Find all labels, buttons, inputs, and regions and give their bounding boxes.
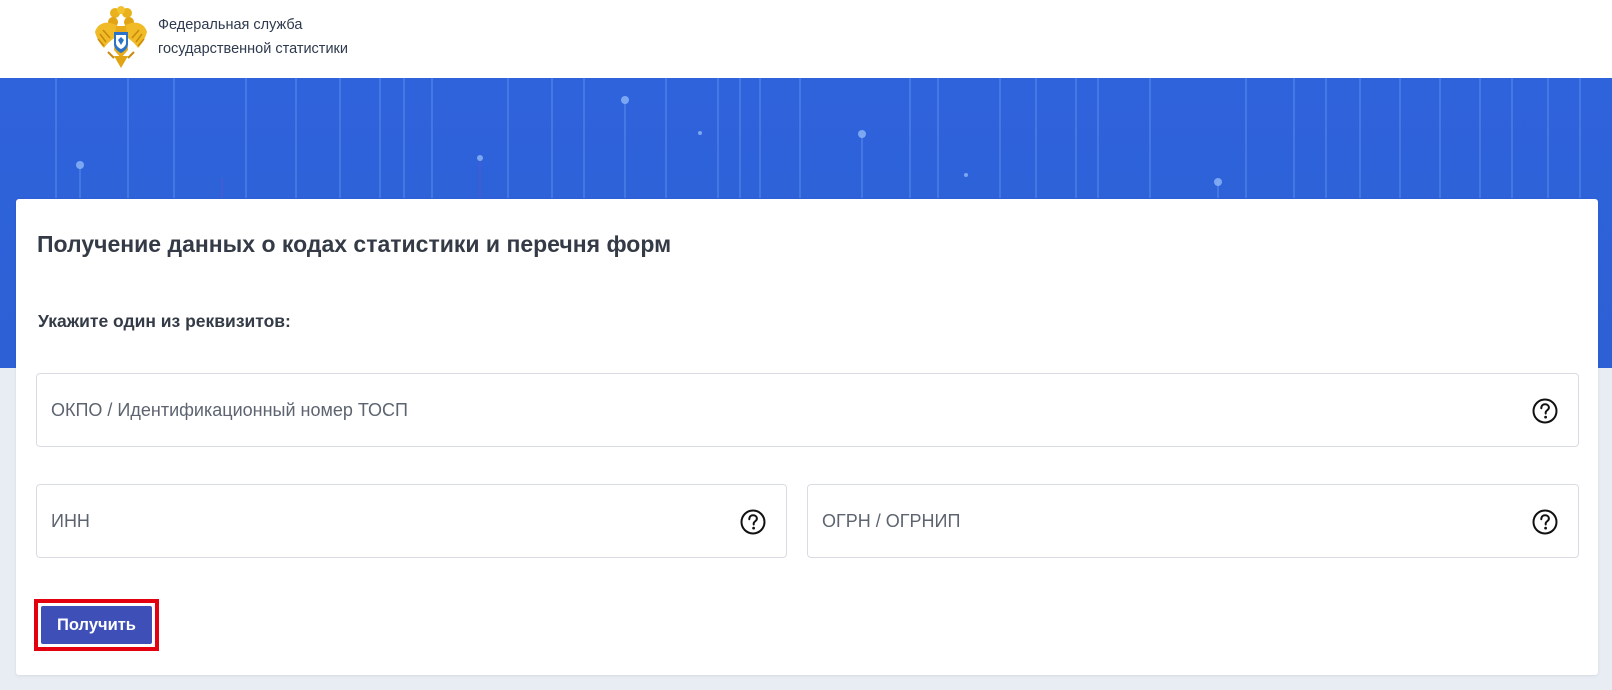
question-circle-icon[interactable] [1532,398,1558,424]
page-title: Получение данных о кодах статистики и пе… [37,231,672,257]
ogrn-input[interactable] [822,485,1522,557]
org-name-line1: Федеральная служба [158,17,303,33]
inn-input[interactable] [51,485,730,557]
ogrn-field[interactable] [807,484,1579,558]
org-name-line2: государственной статистики [158,41,348,57]
inn-field[interactable] [36,484,787,558]
form-card: Получение данных о кодах статистики и пе… [16,199,1598,675]
okpo-input[interactable] [51,374,1522,446]
question-circle-icon[interactable] [740,509,766,535]
submit-button[interactable]: Получить [41,606,152,644]
form-instruction: Укажите один из реквизитов: [38,311,291,331]
submit-highlight: Получить [34,599,159,651]
okpo-field[interactable] [36,373,1579,447]
site-header: Федеральная служба государственной стати… [0,0,1612,78]
organization-name: Федеральная служба государственной стати… [158,13,348,61]
question-circle-icon[interactable] [1532,509,1558,535]
emblem-logo[interactable] [94,6,148,70]
